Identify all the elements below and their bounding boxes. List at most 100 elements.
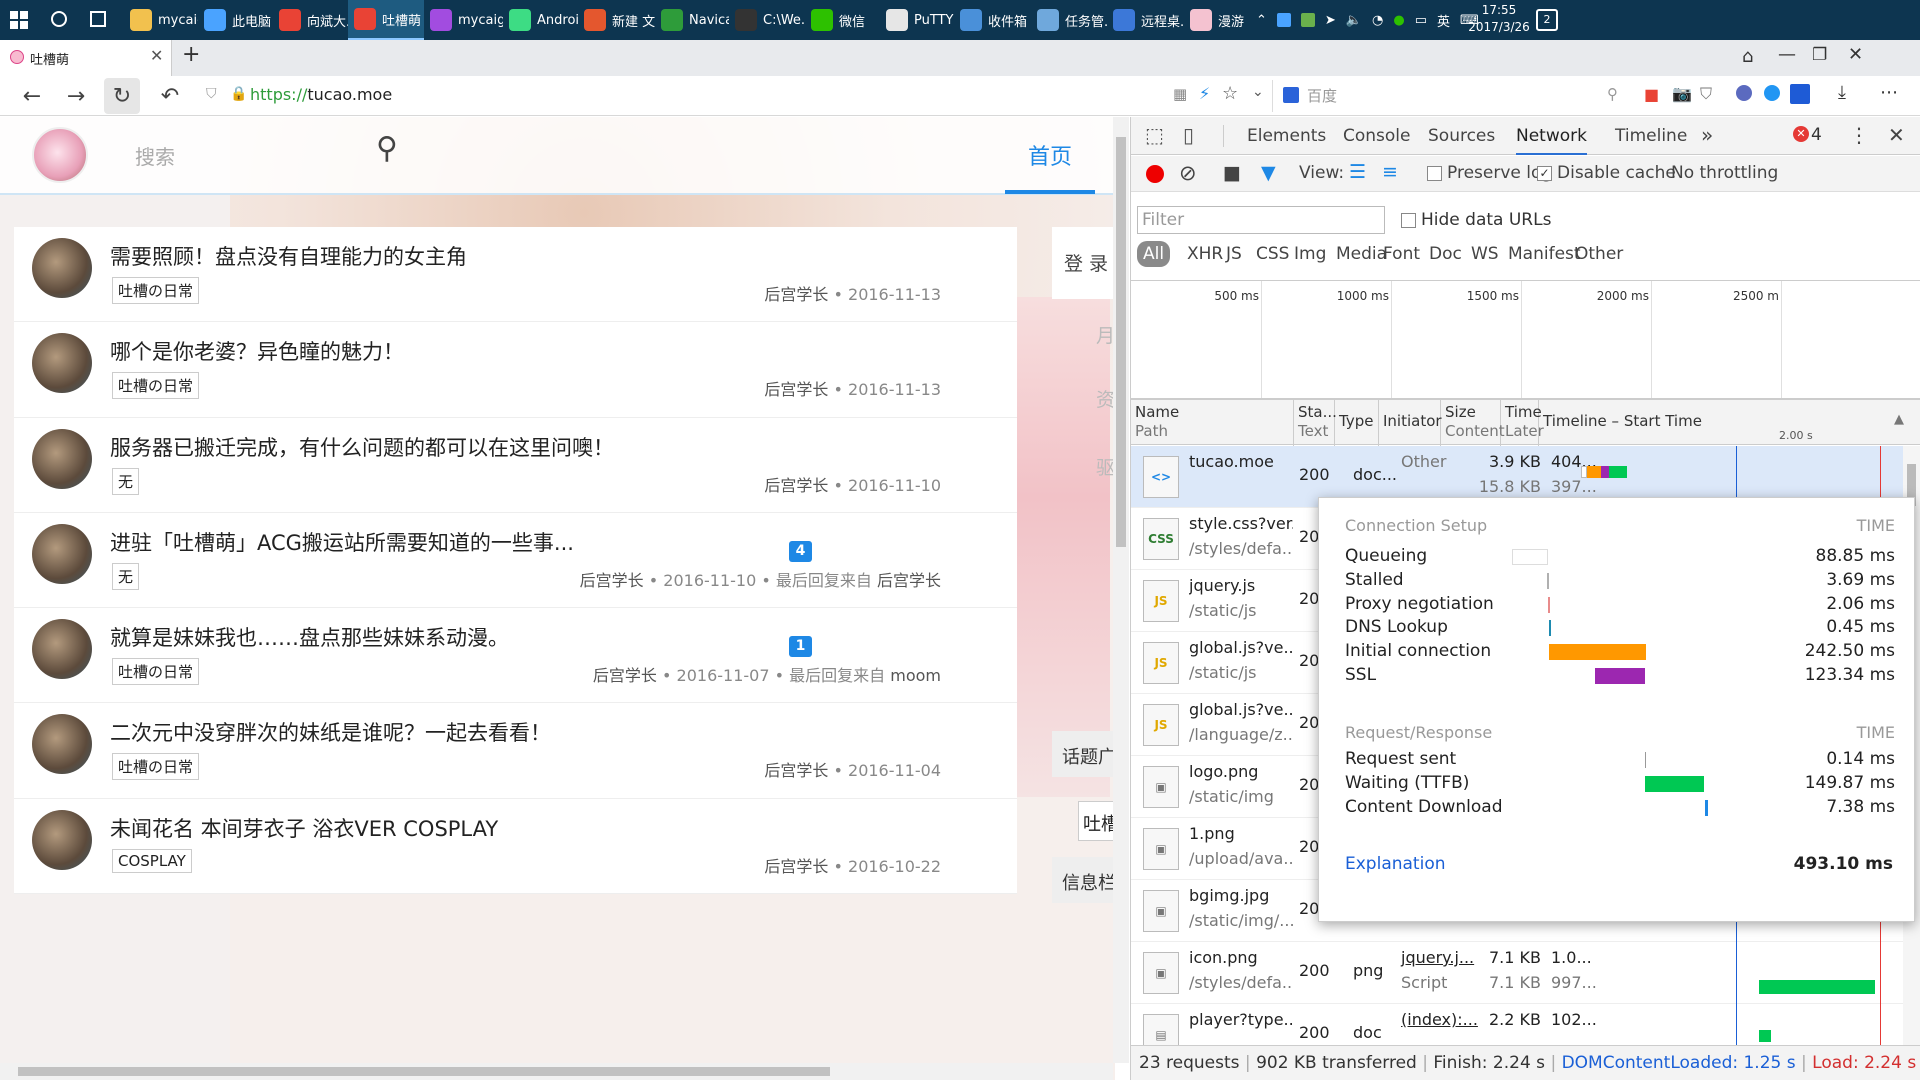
page-horizontal-scrollbar[interactable] xyxy=(0,1063,1113,1080)
post-row[interactable]: 需要照顾！盘点没有自理能力的女主角 吐槽の日常 后宫学长 • 2016-11-13 xyxy=(14,227,1017,323)
author-avatar[interactable] xyxy=(32,714,92,775)
task-view-icon[interactable] xyxy=(90,11,106,27)
taskbar-item[interactable]: 吐槽萌 ... xyxy=(348,0,424,40)
address-bar[interactable]: ⛉ 🔒 https://tucao.moe xyxy=(198,80,1264,112)
post-tag[interactable]: 吐槽の日常 xyxy=(112,753,200,781)
taskbar-item[interactable]: Navica... xyxy=(655,0,729,40)
cortana-icon[interactable] xyxy=(51,11,67,27)
author-avatar[interactable] xyxy=(32,523,92,584)
post-row[interactable]: 进驻「吐槽萌」ACG搬运站所需要知道的一些事... 无 后宫学长 • 2016-11… xyxy=(14,513,1017,609)
ime-indicator[interactable]: 英 xyxy=(1437,11,1450,30)
post-author[interactable]: 后宫学长 xyxy=(593,666,657,685)
col-status[interactable]: Sta... Text xyxy=(1294,400,1337,446)
network-request-row[interactable]: ▣ icon.png/styles/defa... 200 png jquery.j..… xyxy=(1131,942,1920,1004)
tab-close-icon[interactable]: ✕ xyxy=(150,46,163,65)
type-filter-font[interactable]: Font xyxy=(1383,241,1420,267)
site-logo[interactable] xyxy=(32,127,88,183)
disable-cache-checkbox[interactable]: ✓ xyxy=(1537,166,1552,181)
flash-icon[interactable]: ⚡ xyxy=(1199,84,1210,103)
throttling-select[interactable]: No throttling xyxy=(1671,163,1778,183)
windows-start-icon[interactable] xyxy=(10,11,28,29)
network-filter-input[interactable]: Filter xyxy=(1137,206,1385,234)
menu-icon[interactable]: ⋯ xyxy=(1880,82,1898,103)
post-author[interactable]: 后宫学长 xyxy=(764,380,828,399)
taskbar-item[interactable]: PuTTY ... xyxy=(880,0,954,40)
explanation-link[interactable]: Explanation xyxy=(1345,854,1446,874)
topic-square-header[interactable]: 话题广 xyxy=(1052,731,1115,777)
post-row[interactable]: 二次元中没穿胖次的妹纸是谁呢？一起去看看！ 吐槽の日常 后宫学长 • 2016-11… xyxy=(14,703,1017,799)
address-dropdown-icon[interactable]: ⌄ xyxy=(1252,84,1264,100)
author-avatar[interactable] xyxy=(32,238,92,298)
error-icon[interactable]: ✕ xyxy=(1793,126,1809,142)
page-vertical-scrollbar[interactable] xyxy=(1113,117,1129,1063)
type-filter-manifest[interactable]: Manifest xyxy=(1508,241,1581,267)
hide-data-urls-checkbox[interactable] xyxy=(1401,213,1416,228)
reply-count-badge[interactable]: 1 xyxy=(789,636,812,658)
taskbar-item[interactable]: Androi... xyxy=(503,0,578,40)
post-row[interactable]: 未闻花名 本间芽衣子 浴衣VER COSPLAY COSPLAY 后宫学长 • 20… xyxy=(14,799,1017,895)
post-author[interactable]: 后宫学长 xyxy=(764,857,828,876)
large-rows-icon[interactable]: ☰ xyxy=(1349,161,1366,183)
forward-button[interactable]: → xyxy=(58,76,94,116)
network-request-row[interactable]: ▤ player?type... 200 doc (index):... 2.2 KB 10… xyxy=(1131,1004,1920,1045)
post-author[interactable]: 后宫学长 xyxy=(764,761,828,780)
taskbar-item[interactable]: 此电脑 xyxy=(198,0,273,40)
network-icon[interactable] xyxy=(1276,13,1291,27)
type-filter-other[interactable]: Other xyxy=(1575,241,1623,267)
browser-tab[interactable]: 吐槽萌 ✕ xyxy=(0,40,172,76)
post-row[interactable]: 服务器已搬迁完成，有什么问题的都可以在这里问噢！ 无 后宫学长 • 2016-11-… xyxy=(14,418,1017,513)
taskbar-item[interactable]: C:\We... xyxy=(729,0,805,40)
capture-screenshots-icon[interactable]: ■ xyxy=(1223,162,1241,184)
devtools-close-icon[interactable]: ✕ xyxy=(1888,123,1905,147)
app-tray-icon[interactable] xyxy=(1300,13,1315,27)
download-icon[interactable]: ⤓ xyxy=(1838,82,1846,103)
taskbar-item[interactable]: 漫游 xyxy=(1184,0,1244,40)
type-filter-img[interactable]: Img xyxy=(1294,241,1326,267)
col-name[interactable]: Name Path xyxy=(1131,400,1294,446)
post-title[interactable]: 二次元中没穿胖次的妹纸是谁呢？一起去看看！ xyxy=(110,717,551,747)
back-button[interactable]: ← xyxy=(14,76,50,116)
post-title[interactable]: 进驻「吐槽萌」ACG搬运站所需要知道的一些事... xyxy=(110,527,574,557)
filter-icon[interactable]: ▼ xyxy=(1261,162,1276,184)
post-tag[interactable]: 无 xyxy=(112,467,140,495)
post-author[interactable]: 后宫学长 xyxy=(764,476,828,495)
reply-count-badge[interactable]: 4 xyxy=(789,540,812,562)
post-author[interactable]: 后宫学长 xyxy=(580,571,644,590)
adblock-icon[interactable]: ⛉ xyxy=(1700,84,1712,104)
tab-list-icon[interactable]: ⌂ xyxy=(1742,46,1753,67)
request-initiator[interactable]: Other xyxy=(1401,452,1446,471)
volume-icon[interactable]: 🔈 xyxy=(1346,13,1362,28)
type-filter-media[interactable]: Media xyxy=(1336,241,1387,267)
type-filter-js[interactable]: JS xyxy=(1226,241,1242,267)
send-icon[interactable]: ➤ xyxy=(1325,13,1336,28)
new-tab-button[interactable]: + xyxy=(182,42,200,67)
author-avatar[interactable] xyxy=(32,619,92,680)
minimize-button[interactable]: — xyxy=(1778,44,1796,65)
col-time[interactable]: Time Later xyxy=(1501,400,1544,446)
taskbar-item[interactable]: 任务管... xyxy=(1031,0,1107,40)
taskbar-item[interactable]: mycaig... xyxy=(124,0,198,40)
nav-home[interactable]: 首页 xyxy=(1028,139,1072,171)
sidebar-tag[interactable]: 吐槽 xyxy=(1078,801,1115,841)
notification-center-icon[interactable]: 2 xyxy=(1536,9,1558,31)
devtools-tab-console[interactable]: Console xyxy=(1343,117,1411,155)
undo-close-button[interactable]: ↶ xyxy=(152,76,188,116)
search-icon[interactable]: ⚲ xyxy=(1607,85,1618,103)
devtools-tab-sources[interactable]: Sources xyxy=(1428,117,1495,155)
post-title[interactable]: 需要照顾！盘点没有自理能力的女主角 xyxy=(110,241,467,271)
devtools-tab-network[interactable]: Network xyxy=(1516,117,1587,155)
translate-icon[interactable] xyxy=(1764,85,1780,101)
wifi-icon[interactable]: ◔ xyxy=(1372,13,1383,28)
site-search-icon[interactable]: ⚲ xyxy=(376,131,398,166)
login-button[interactable]: 登 录 xyxy=(1052,227,1115,299)
author-avatar[interactable] xyxy=(32,809,92,870)
post-author[interactable]: 后宫学长 xyxy=(764,285,828,304)
site-search-input[interactable]: 搜索 xyxy=(135,141,175,170)
type-filter-xhr[interactable]: XHR xyxy=(1187,241,1223,267)
bookmark-star-icon[interactable]: ☆ xyxy=(1222,83,1238,104)
device-mode-icon[interactable]: ▯ xyxy=(1183,123,1194,147)
post-tag[interactable]: 吐槽の日常 xyxy=(112,372,200,400)
apps-icon[interactable]: ■ xyxy=(1644,85,1659,104)
search-engine-box[interactable]: 百度 ⚲ xyxy=(1272,80,1632,112)
post-tag[interactable]: 吐槽の日常 xyxy=(112,277,200,304)
